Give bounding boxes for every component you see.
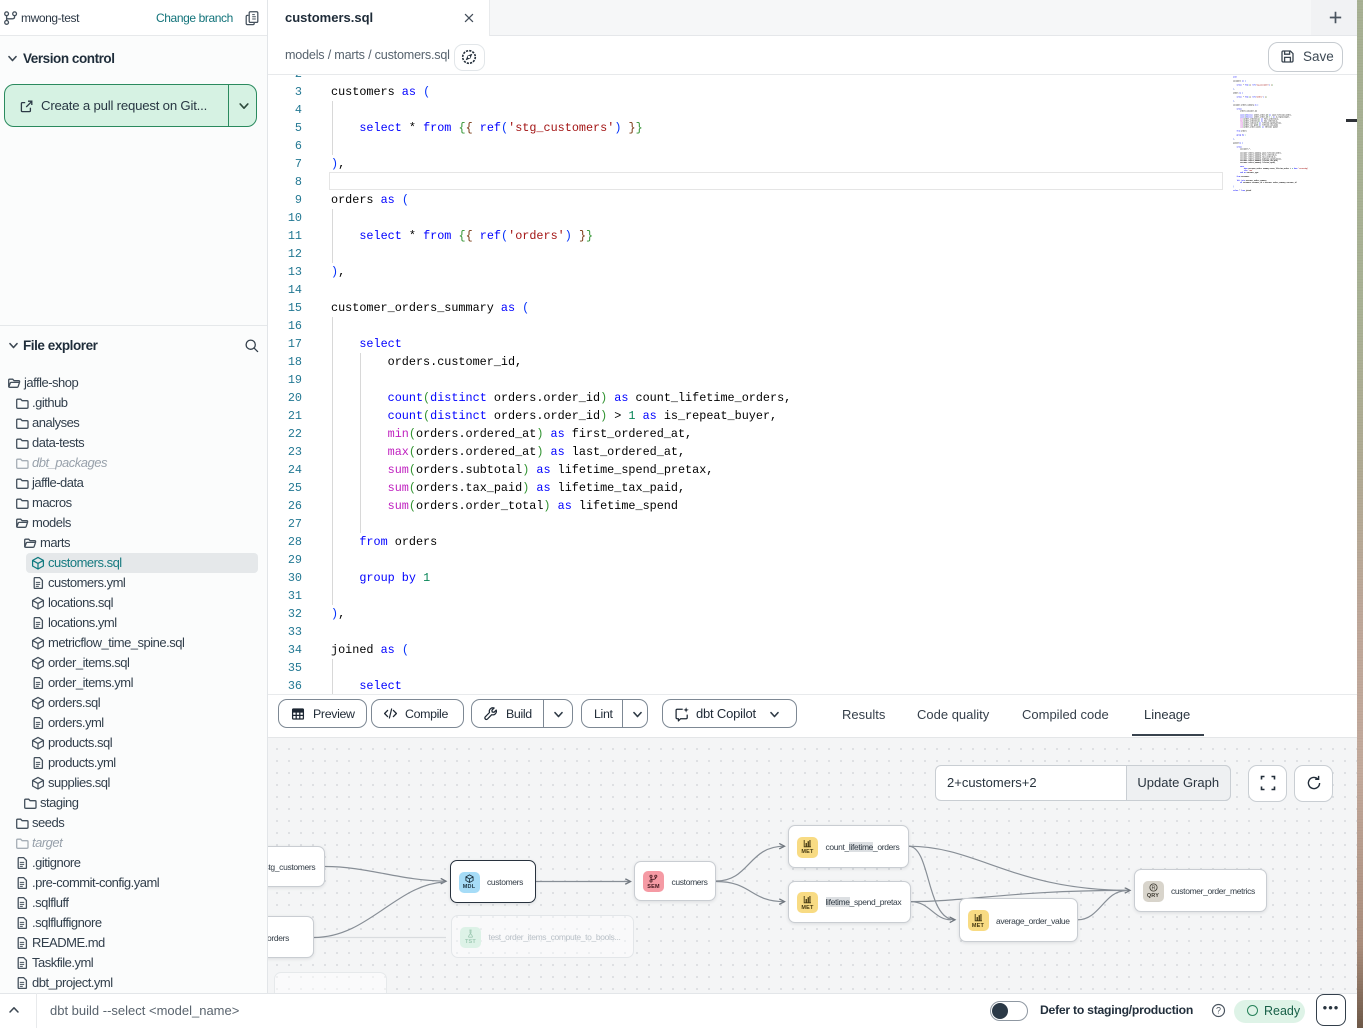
svg-text:?: ? (1216, 1005, 1221, 1015)
svg-text:R: R (1151, 886, 1155, 892)
